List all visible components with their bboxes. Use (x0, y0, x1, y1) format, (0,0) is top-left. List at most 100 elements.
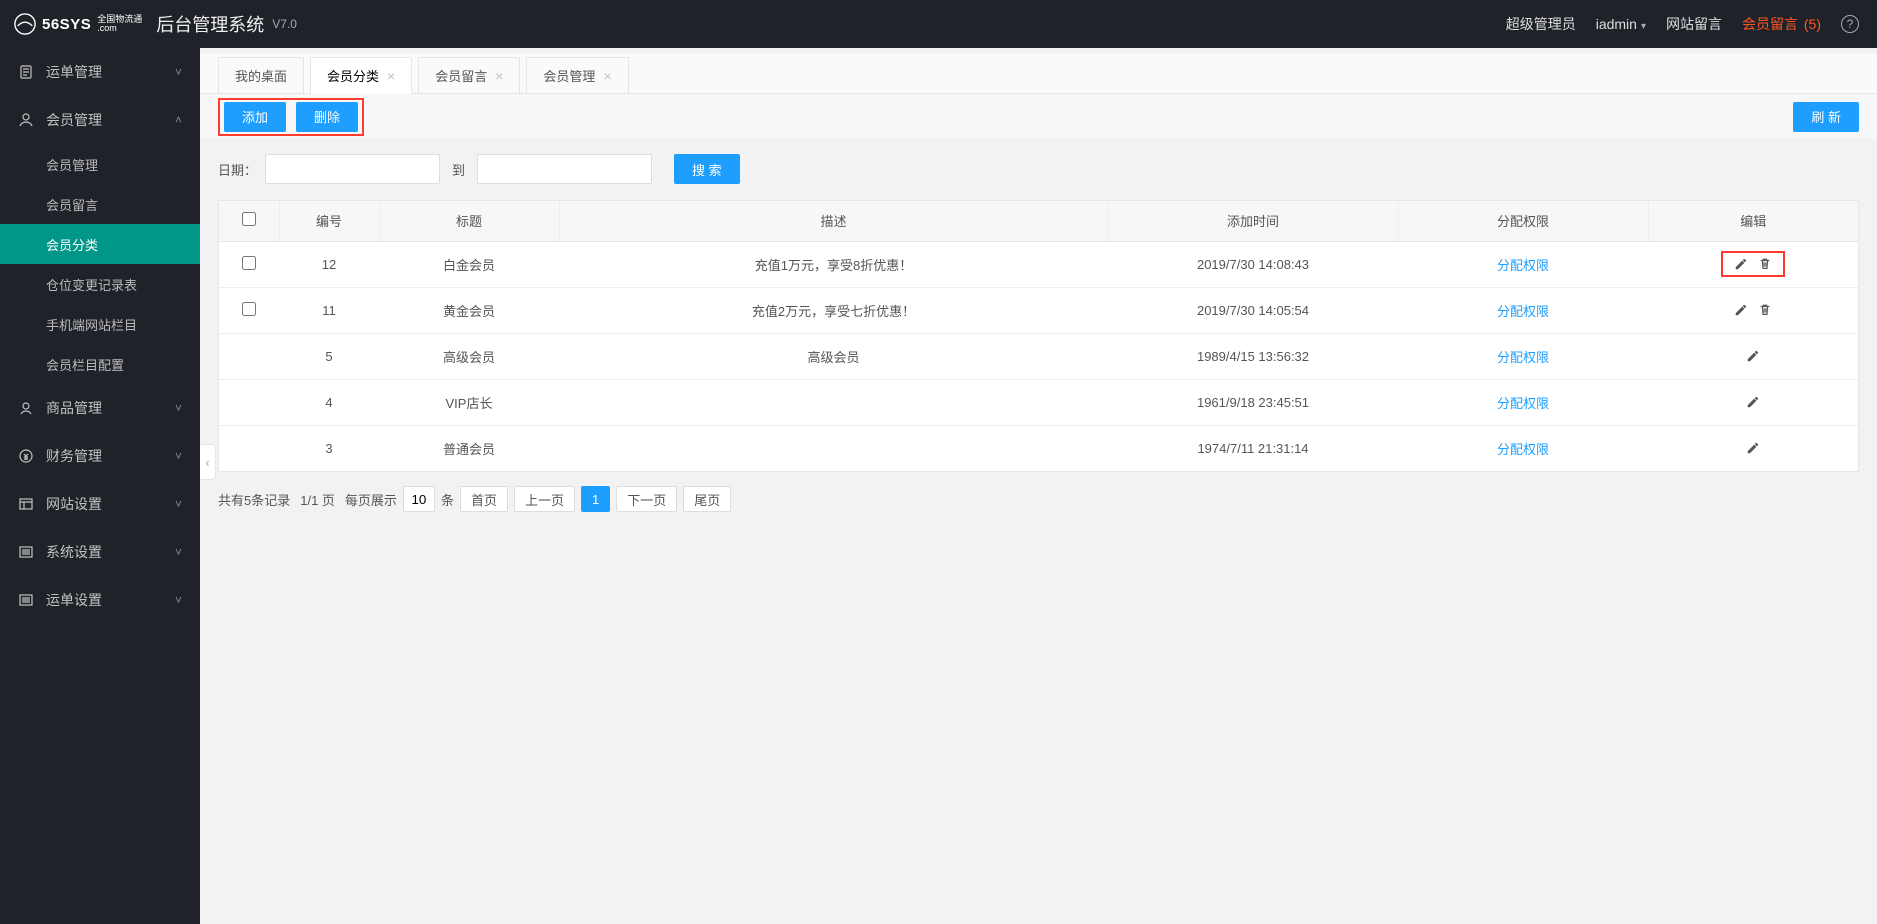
app-title: 后台管理系统 (156, 11, 264, 37)
delete-button[interactable]: 删除 (296, 102, 358, 132)
add-button[interactable]: 添加 (224, 102, 286, 132)
page-1-button[interactable]: 1 (581, 486, 610, 512)
delete-icon[interactable] (1756, 255, 1774, 273)
search-bar: 日期： 到 搜 索 (200, 140, 1877, 192)
sidebar-item-label: 系统设置 (46, 542, 102, 562)
top-header: 56SYS 全国物流通 .com 后台管理系统 V7.0 超级管理员 iadmi… (0, 0, 1877, 48)
cell-desc: 高级会员 (559, 333, 1108, 379)
header-right: 超级管理员 iadmin 网站留言 会员留言 (5) ? (1506, 14, 1859, 34)
per-page-label-left: 每页展示 (345, 490, 397, 509)
cell-title: VIP店长 (379, 379, 559, 425)
cell-edit (1648, 241, 1858, 287)
table-row: 4VIP店长 1961/9/18 23:45:51 分配权限 (219, 379, 1858, 425)
page-size-input[interactable] (403, 486, 435, 512)
assign-auth-link[interactable]: 分配权限 (1497, 304, 1549, 319)
edit-icon[interactable] (1744, 393, 1762, 411)
cell-time: 1961/9/18 23:45:51 (1108, 379, 1398, 425)
action-button-group: 添加 删除 (218, 98, 364, 136)
close-icon[interactable]: × (387, 68, 395, 84)
edit-icon[interactable] (1744, 439, 1762, 457)
sidebar-sub-item[interactable]: 仓位变更记录表 (0, 264, 200, 304)
close-icon[interactable]: × (495, 68, 503, 84)
select-all-checkbox[interactable] (242, 212, 256, 226)
first-page-button[interactable]: 首页 (460, 486, 508, 512)
chevron-up-icon: ˄ (175, 113, 182, 127)
tab[interactable]: 会员管理× (526, 57, 628, 93)
head-icon (18, 400, 34, 416)
sidebar-sub-item[interactable]: 会员分类 (0, 224, 200, 264)
assign-auth-link[interactable]: 分配权限 (1497, 396, 1549, 411)
sidebar-item[interactable]: 网站设置˅ (0, 480, 200, 528)
main-area: 我的桌面会员分类×会员留言×会员管理× 添加 删除 刷 新 日期： 到 搜 索 (200, 48, 1877, 924)
table-row: 5高级会员高级会员1989/4/15 13:56:32分配权限 (219, 333, 1858, 379)
sidebar-item-label: 会员管理 (46, 110, 102, 130)
header-checkbox (219, 201, 279, 241)
sidebar-item[interactable]: 财务管理˅ (0, 432, 200, 480)
last-page-button[interactable]: 尾页 (683, 486, 731, 512)
sidebar-item-label: 商品管理 (46, 398, 102, 418)
cell-edit (1648, 333, 1858, 379)
cell-id: 4 (279, 379, 379, 425)
sidebar-sub-item[interactable]: 会员栏目配置 (0, 344, 200, 384)
close-icon[interactable]: × (603, 68, 611, 84)
edit-icon[interactable] (1744, 347, 1762, 365)
sidebar-sub-item[interactable]: 手机端网站栏目 (0, 304, 200, 344)
refresh-button[interactable]: 刷 新 (1793, 102, 1859, 132)
sidebar-item[interactable]: 运单设置˅ (0, 576, 200, 624)
help-icon[interactable]: ? (1841, 15, 1859, 33)
assign-auth-link[interactable]: 分配权限 (1497, 258, 1549, 273)
chevron-down-icon: ˅ (175, 497, 182, 511)
logo-sub: 全国物流通 .com (97, 15, 142, 33)
cell-title: 黄金会员 (379, 287, 559, 333)
list-icon (18, 592, 34, 608)
edit-icon[interactable] (1732, 301, 1750, 319)
sidebar-item[interactable]: 会员管理 ˄ (0, 96, 200, 144)
money-icon (18, 448, 34, 464)
header-title: 标题 (379, 201, 559, 241)
pagination: 共有5条记录 1/1 页 每页展示 条 首页 上一页 1 下一页 尾页 (200, 472, 1877, 526)
cell-desc (559, 425, 1108, 471)
site-message-link[interactable]: 网站留言 (1666, 14, 1722, 34)
chevron-down-icon: ˅ (175, 449, 182, 463)
chevron-down-icon: ˅ (175, 401, 182, 415)
sidebar-item-label: 运单管理 (46, 62, 102, 82)
sidebar-item[interactable]: 商品管理 ˅ (0, 384, 200, 432)
next-page-button[interactable]: 下一页 (616, 486, 677, 512)
cell-id: 12 (279, 241, 379, 287)
assign-auth-link[interactable]: 分配权限 (1497, 442, 1549, 457)
tab-label: 会员分类 (327, 66, 379, 85)
sidebar-sub-item[interactable]: 会员留言 (0, 184, 200, 224)
user-icon (18, 112, 34, 128)
cell-auth: 分配权限 (1398, 379, 1648, 425)
row-checkbox[interactable] (242, 256, 256, 270)
logo: 56SYS 全国物流通 .com (14, 13, 142, 35)
sidebar-item[interactable]: 系统设置˅ (0, 528, 200, 576)
doc-icon (18, 64, 34, 80)
delete-icon[interactable] (1756, 301, 1774, 319)
sidebar: 运单管理˅会员管理˄会员管理会员留言会员分类仓位变更记录表手机端网站栏目会员栏目… (0, 48, 200, 924)
assign-auth-link[interactable]: 分配权限 (1497, 350, 1549, 365)
tab[interactable]: 会员分类 × (310, 57, 412, 93)
tab-label: 会员留言 (435, 66, 487, 85)
date-to-input[interactable] (477, 154, 652, 184)
chevron-down-icon: ˅ (175, 593, 182, 607)
header-desc: 描述 (559, 201, 1108, 241)
prev-page-button[interactable]: 上一页 (514, 486, 575, 512)
date-from-input[interactable] (265, 154, 440, 184)
user-menu[interactable]: iadmin (1596, 16, 1646, 32)
cell-time: 1974/7/11 21:31:14 (1108, 425, 1398, 471)
sidebar-sub-item[interactable]: 会员管理 (0, 144, 200, 184)
sidebar-collapse-handle[interactable]: ‹ (200, 444, 216, 480)
tab[interactable]: 我的桌面 (218, 57, 304, 93)
edit-icon[interactable] (1732, 255, 1750, 273)
search-button[interactable]: 搜 索 (674, 154, 740, 184)
cell-time: 1989/4/15 13:56:32 (1108, 333, 1398, 379)
member-message-link[interactable]: 会员留言 (5) (1742, 14, 1821, 34)
sidebar-item[interactable]: 运单管理˅ (0, 48, 200, 96)
version: V7.0 (272, 17, 297, 31)
row-checkbox[interactable] (242, 302, 256, 316)
tab[interactable]: 会员留言 × (418, 57, 520, 93)
page-indicator: 1/1 页 (300, 490, 335, 509)
header-id: 编号 (279, 201, 379, 241)
cell-id: 3 (279, 425, 379, 471)
